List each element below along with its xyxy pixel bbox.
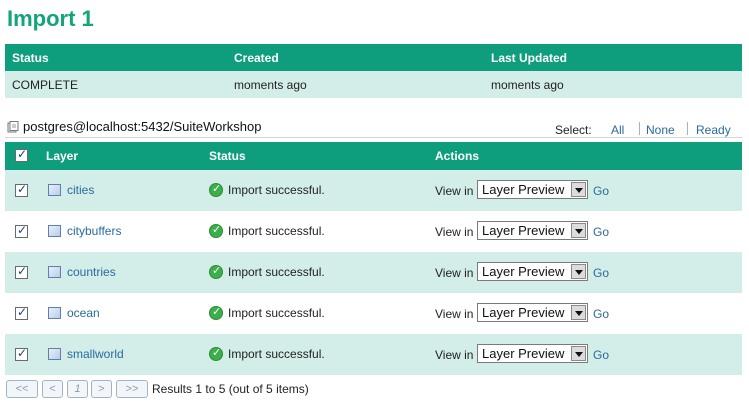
import-summary-table: Status Created Last Updated COMPLETE mom… [5,44,742,98]
view-in-dropdown[interactable]: Layer Preview [477,303,588,322]
chevron-down-icon [571,182,586,197]
next-page-button[interactable]: > [91,380,112,398]
layer-link[interactable]: citybuffers [67,224,121,238]
go-link[interactable]: Go [593,225,609,239]
view-in-dropdown[interactable]: Layer Preview [477,180,588,199]
layer-icon [48,225,61,237]
chevron-down-icon [571,346,586,361]
layer-link[interactable]: cities [67,183,94,197]
summary-header-last-updated: Last Updated [491,51,568,65]
summary-header-created: Created [234,51,279,65]
select-ready-link[interactable]: Ready [696,123,731,137]
success-check-icon [209,182,223,197]
import-status: Import successful. [228,347,325,361]
header-status: Status [209,149,246,163]
import-status: Import successful. [228,306,325,320]
summary-status-value: COMPLETE [12,78,79,92]
database-icon [7,120,19,133]
header-actions: Actions [435,149,480,163]
header-layer: Layer [46,149,79,163]
chevron-down-icon [571,305,586,320]
summary-header: Status Created Last Updated [5,44,742,71]
view-in-label: View in [435,184,474,198]
view-in-label: View in [435,307,474,321]
view-in-label: View in [435,225,474,239]
row-checkbox[interactable] [15,346,28,361]
row-checkbox[interactable] [15,182,28,197]
success-check-icon [209,264,223,279]
layer-icon [48,307,61,319]
table-row: countries Import successful. View in Lay… [5,252,742,293]
go-link[interactable]: Go [593,307,609,321]
page-number-input[interactable]: 1 [67,380,88,398]
layer-link[interactable]: ocean [67,306,100,320]
layer-link[interactable]: countries [67,265,116,279]
row-checkbox[interactable] [15,264,28,279]
layer-icon [48,266,61,278]
chevron-down-icon [571,264,586,279]
select-all-checkbox[interactable] [15,147,28,162]
store-name: postgres@localhost:5432/SuiteWorkshop [23,119,262,134]
divider [5,137,742,138]
go-link[interactable]: Go [593,266,609,280]
select-all-link[interactable]: All [611,123,624,137]
row-checkbox[interactable] [15,305,28,320]
table-row: smallworld Import successful. View in La… [5,334,742,375]
store-label: postgres@localhost:5432/SuiteWorkshop [7,119,261,134]
layer-link[interactable]: smallworld [67,347,124,361]
table-row: ocean Import successful. View in Layer P… [5,293,742,334]
import-status: Import successful. [228,183,325,197]
results-summary: Results 1 to 5 (out of 5 items) [152,382,309,396]
select-none-link[interactable]: None [646,123,675,137]
last-page-button[interactable]: >> [116,380,148,398]
view-in-dropdown[interactable]: Layer Preview [477,344,588,363]
divider [639,122,640,135]
view-in-label: View in [435,266,474,280]
layers-table-header: Layer Status Actions [5,142,742,170]
summary-header-status: Status [12,51,49,65]
page-title: Import 1 [7,6,94,31]
view-in-dropdown[interactable]: Layer Preview [477,262,588,281]
row-checkbox[interactable] [15,223,28,238]
table-row: cities Import successful. View in Layer … [5,170,742,211]
table-row: citybuffers Import successful. View in L… [5,211,742,252]
divider [687,122,688,135]
go-link[interactable]: Go [593,348,609,362]
layer-icon [48,184,61,196]
import-status: Import successful. [228,224,325,238]
layer-icon [48,348,61,360]
chevron-down-icon [571,223,586,238]
layers-table: Layer Status Actions cities Import succe… [5,142,742,375]
summary-last-updated-value: moments ago [491,78,564,92]
select-label: Select: [555,123,592,137]
import-status: Import successful. [228,265,325,279]
success-check-icon [209,305,223,320]
success-check-icon [209,223,223,238]
view-in-label: View in [435,348,474,362]
prev-page-button[interactable]: < [42,380,63,398]
first-page-button[interactable]: << [6,380,38,398]
success-check-icon [209,346,223,361]
summary-created-value: moments ago [234,78,307,92]
summary-row: COMPLETE moments ago moments ago [5,71,742,98]
go-link[interactable]: Go [593,184,609,198]
view-in-dropdown[interactable]: Layer Preview [477,221,588,240]
